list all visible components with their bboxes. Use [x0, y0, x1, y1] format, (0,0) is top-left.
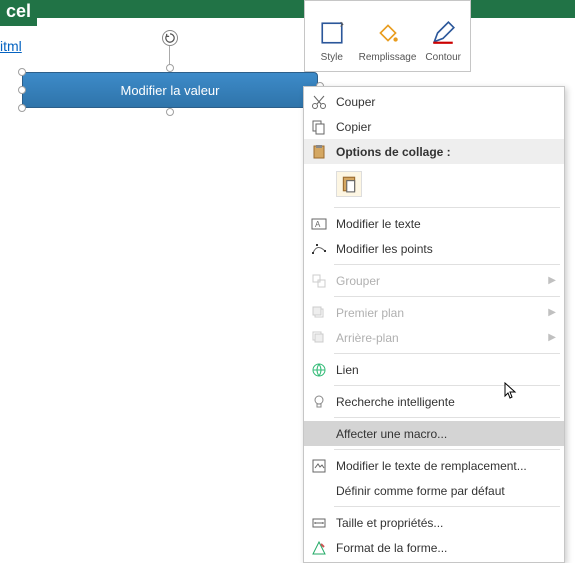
menu-label: Modifier les points	[336, 242, 433, 256]
menu-assign-macro[interactable]: Affecter une macro...	[304, 421, 564, 446]
style-label: Style	[321, 52, 343, 63]
style-button[interactable]: Style	[305, 1, 359, 71]
menu-alt-text[interactable]: Modifier le texte de remplacement...	[304, 453, 564, 478]
menu-separator	[334, 353, 560, 354]
menu-separator	[334, 296, 560, 297]
menu-bring-forward: Premier plan ▶	[304, 300, 564, 325]
menu-label: Format de la forme...	[336, 541, 447, 555]
menu-label: Arrière-plan	[336, 331, 399, 345]
menu-edit-text[interactable]: A Modifier le texte	[304, 211, 564, 236]
menu-separator	[334, 449, 560, 450]
menu-label: Modifier le texte	[336, 217, 421, 231]
submenu-arrow-icon: ▶	[548, 332, 556, 343]
submenu-arrow-icon: ▶	[548, 307, 556, 318]
selection-handle[interactable]	[18, 68, 26, 76]
selection-handle[interactable]	[166, 108, 174, 116]
copy-icon	[308, 116, 330, 138]
selection-handle[interactable]	[166, 64, 174, 72]
outline-button[interactable]: Contour	[416, 1, 470, 71]
lightbulb-icon	[308, 391, 330, 413]
menu-send-backward: Arrière-plan ▶	[304, 325, 564, 350]
outline-label: Contour	[425, 52, 461, 63]
rotation-connector	[169, 46, 170, 66]
link-icon	[308, 359, 330, 381]
pen-icon	[430, 20, 456, 46]
menu-label: Options de collage :	[336, 145, 451, 159]
app-header	[0, 0, 575, 18]
link-fragment[interactable]: itml	[0, 38, 22, 54]
fill-button[interactable]: Remplissage	[359, 1, 417, 71]
menu-smart-lookup[interactable]: Recherche intelligente	[304, 389, 564, 414]
rotation-handle[interactable]	[162, 30, 178, 46]
menu-paste-options-header: Options de collage :	[304, 139, 564, 164]
menu-label: Lien	[336, 363, 359, 377]
shape-style-icon	[319, 20, 345, 46]
menu-separator	[334, 417, 560, 418]
format-shape-icon	[308, 537, 330, 559]
menu-format-shape[interactable]: Format de la forme...	[304, 535, 564, 560]
blank-icon	[308, 480, 330, 502]
menu-edit-points[interactable]: Modifier les points	[304, 236, 564, 261]
edit-points-icon	[308, 238, 330, 260]
menu-label: Premier plan	[336, 306, 404, 320]
bucket-icon	[375, 20, 401, 46]
menu-link[interactable]: Lien	[304, 357, 564, 382]
menu-cut[interactable]: Couper	[304, 89, 564, 114]
paste-icon	[336, 171, 362, 197]
menu-separator	[334, 385, 560, 386]
alt-text-icon	[308, 455, 330, 477]
size-icon	[308, 512, 330, 534]
menu-label: Modifier le texte de remplacement...	[336, 459, 527, 473]
context-menu: Couper Copier Options de collage : A Mod…	[303, 86, 565, 563]
mouse-cursor	[504, 382, 518, 405]
group-icon	[308, 270, 330, 292]
bring-forward-icon	[308, 302, 330, 324]
send-backward-icon	[308, 327, 330, 349]
submenu-arrow-icon: ▶	[548, 275, 556, 286]
menu-label: Taille et propriétés...	[336, 516, 443, 530]
menu-set-default[interactable]: Définir comme forme par défaut	[304, 478, 564, 503]
edit-text-icon: A	[308, 213, 330, 235]
cut-icon	[308, 91, 330, 113]
rotate-icon	[165, 33, 175, 43]
selection-handle[interactable]	[18, 86, 26, 94]
menu-label: Définir comme forme par défaut	[336, 484, 505, 498]
menu-label: Grouper	[336, 274, 380, 288]
menu-size-properties[interactable]: Taille et propriétés...	[304, 510, 564, 535]
blank-icon	[308, 423, 330, 445]
menu-label: Affecter une macro...	[336, 427, 447, 441]
shape-button-label: Modifier la valeur	[121, 83, 220, 98]
menu-separator	[334, 264, 560, 265]
selection-handle[interactable]	[18, 104, 26, 112]
menu-copy[interactable]: Copier	[304, 114, 564, 139]
mini-toolbar: Style Remplissage Contour	[304, 0, 471, 72]
shape-button[interactable]: Modifier la valeur	[22, 72, 318, 108]
paste-option-default[interactable]	[304, 164, 564, 204]
clipboard-icon	[308, 141, 330, 163]
menu-label: Copier	[336, 120, 371, 134]
fill-label: Remplissage	[359, 52, 417, 63]
svg-text:A: A	[315, 220, 321, 229]
menu-separator	[334, 506, 560, 507]
menu-group: Grouper ▶	[304, 268, 564, 293]
menu-label: Couper	[336, 95, 375, 109]
menu-label: Recherche intelligente	[336, 395, 455, 409]
title-fragment: cel	[0, 0, 37, 26]
menu-separator	[334, 207, 560, 208]
